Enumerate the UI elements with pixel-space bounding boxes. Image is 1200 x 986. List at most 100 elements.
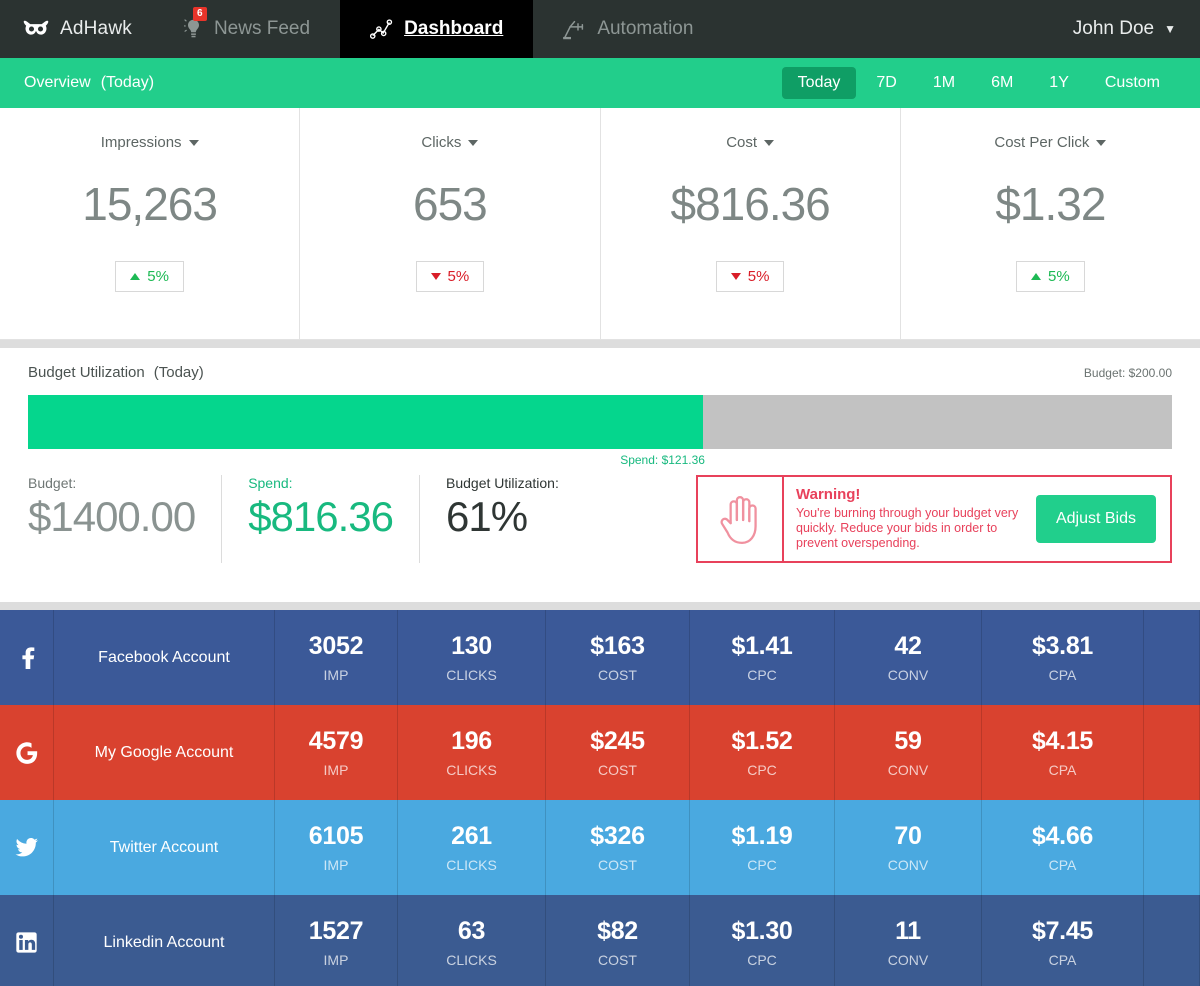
metric-cell-overflow [1144, 705, 1200, 800]
budget-header: Budget Utilization (Today) Budget: $200.… [28, 364, 1172, 381]
metric-cell-cpa: $3.81 CPA [982, 610, 1144, 705]
metric-cell-cpa: $7.45 CPA [982, 895, 1144, 986]
metric-cell-cpc: $1.52 CPC [690, 705, 835, 800]
metric-value-clicks: 196 [451, 727, 492, 756]
kpi-label-cpc-dropdown[interactable]: Cost Per Click [994, 134, 1106, 151]
table-row[interactable]: Linkedin Account 1527 IMP 63 CLICKS $82 … [0, 895, 1200, 986]
range-1y[interactable]: 1Y [1033, 67, 1085, 99]
metric-value-imp: 1527 [309, 917, 363, 946]
kpi-value-cost: $816.36 [670, 177, 829, 231]
nav-label-dashboard: Dashboard [404, 18, 503, 40]
kpi-value-clicks: 653 [413, 177, 487, 231]
line-chart-icon [370, 19, 393, 40]
metric-value-cpa: $4.66 [1032, 822, 1093, 851]
metric-label-cost: COST [598, 857, 637, 873]
top-navigation-bar: AdHawk 6 News Feed [0, 0, 1200, 58]
metric-value-conv: 11 [895, 917, 921, 946]
budget-warning-text: You're burning through your budget very … [796, 506, 1020, 551]
nav-item-automation[interactable]: Automation [533, 0, 723, 58]
range-6m[interactable]: 6M [975, 67, 1029, 99]
kpi-label-clicks: Clicks [421, 134, 461, 151]
metric-label-cost: COST [598, 667, 637, 683]
metric-label-cpc: CPC [747, 667, 777, 683]
metric-value-imp: 4579 [309, 727, 363, 756]
account-name: My Google Account [54, 705, 275, 800]
metric-value-cpc: $1.52 [731, 727, 792, 756]
metric-cell-cpc: $1.19 CPC [690, 800, 835, 895]
kpi-label-cost-dropdown[interactable]: Cost [726, 134, 774, 151]
range-custom[interactable]: Custom [1089, 67, 1176, 99]
kpi-label-impressions: Impressions [101, 134, 182, 151]
account-name: Facebook Account [54, 610, 275, 705]
kpi-delta-impressions[interactable]: 5% [115, 261, 184, 292]
chevron-down-icon: ▼ [1164, 22, 1176, 36]
metric-value-cpc: $1.41 [731, 632, 792, 661]
kpi-delta-cost[interactable]: 5% [716, 261, 785, 292]
range-7d[interactable]: 7D [860, 67, 912, 99]
metric-value-cpa: $4.15 [1032, 727, 1093, 756]
kpi-delta-value-clicks: 5% [448, 268, 470, 285]
metric-value-cpa: $3.81 [1032, 632, 1093, 661]
date-range-selector: Today 7D 1M 6M 1Y Custom [782, 67, 1176, 99]
metric-value-cost: $163 [590, 632, 644, 661]
metric-label-conv: CONV [888, 952, 928, 968]
kpi-label-cost: Cost [726, 134, 757, 151]
news-feed-badge: 6 [193, 7, 207, 21]
brand-logo[interactable]: AdHawk [0, 0, 154, 58]
arrow-up-icon [1031, 273, 1041, 280]
kpi-delta-cost-per-click[interactable]: 5% [1016, 261, 1085, 292]
kpi-label-clicks-dropdown[interactable]: Clicks [421, 134, 478, 151]
user-menu[interactable]: John Doe ▼ [1049, 0, 1200, 58]
kpi-label-cost-per-click: Cost Per Click [994, 134, 1089, 151]
metric-value-clicks: 63 [458, 917, 485, 946]
kpi-delta-value-impressions: 5% [147, 268, 169, 285]
metric-cell-cost: $326 COST [546, 800, 690, 895]
metric-value-conv: 59 [894, 727, 921, 756]
metric-cell-clicks: 130 CLICKS [398, 610, 546, 705]
table-row[interactable]: My Google Account 4579 IMP 196 CLICKS $2… [0, 705, 1200, 800]
hand-stop-icon [698, 477, 784, 561]
metric-label-cpc: CPC [747, 952, 777, 968]
overview-toolbar: Overview (Today) Today 7D 1M 6M 1Y Custo… [0, 58, 1200, 108]
kpi-label-impressions-dropdown[interactable]: Impressions [101, 134, 199, 151]
account-name: Linkedin Account [54, 895, 275, 986]
facebook-icon [0, 610, 54, 705]
metric-label-clicks: CLICKS [446, 667, 497, 683]
metric-cell-cpa: $4.66 CPA [982, 800, 1144, 895]
metric-cell-clicks: 196 CLICKS [398, 705, 546, 800]
metric-label-cpa: CPA [1049, 952, 1077, 968]
adjust-bids-button[interactable]: Adjust Bids [1036, 495, 1156, 543]
metric-cell-cost: $163 COST [546, 610, 690, 705]
budget-stat-spend: Spend: $816.36 [248, 475, 420, 563]
budget-period: (Today) [154, 364, 204, 381]
brand-name: AdHawk [60, 18, 132, 40]
table-row[interactable]: Facebook Account 3052 IMP 130 CLICKS $16… [0, 610, 1200, 705]
range-1m[interactable]: 1M [917, 67, 971, 99]
metric-label-imp: IMP [324, 667, 349, 683]
kpi-delta-clicks[interactable]: 5% [416, 261, 485, 292]
chevron-down-icon [764, 140, 774, 146]
metric-value-imp: 6105 [309, 822, 363, 851]
range-today[interactable]: Today [782, 67, 857, 99]
user-name: John Doe [1073, 18, 1154, 40]
metric-label-clicks: CLICKS [446, 762, 497, 778]
table-row[interactable]: Twitter Account 6105 IMP 261 CLICKS $326… [0, 800, 1200, 895]
budget-progress-fill [28, 395, 703, 449]
metric-cell-clicks: 261 CLICKS [398, 800, 546, 895]
metric-value-conv: 42 [894, 632, 921, 661]
nav-item-news-feed[interactable]: 6 News Feed [154, 0, 340, 58]
account-name: Twitter Account [54, 800, 275, 895]
metric-label-imp: IMP [324, 762, 349, 778]
kpi-card-cost-per-click: Cost Per Click $1.32 5% [901, 108, 1200, 339]
metric-cell-imp: 6105 IMP [275, 800, 398, 895]
budget-utilization-panel: Budget Utilization (Today) Budget: $200.… [0, 348, 1200, 602]
page-title: Overview [24, 74, 91, 92]
metric-label-cpa: CPA [1049, 762, 1077, 778]
metric-label-cpa: CPA [1049, 857, 1077, 873]
metric-value-cost: $82 [597, 917, 638, 946]
chevron-down-icon [468, 140, 478, 146]
nav-item-dashboard[interactable]: Dashboard [340, 0, 533, 58]
chevron-down-icon [1096, 140, 1106, 146]
arrow-down-icon [431, 273, 441, 280]
budget-stat-utilization-label: Budget Utilization: [446, 475, 559, 491]
